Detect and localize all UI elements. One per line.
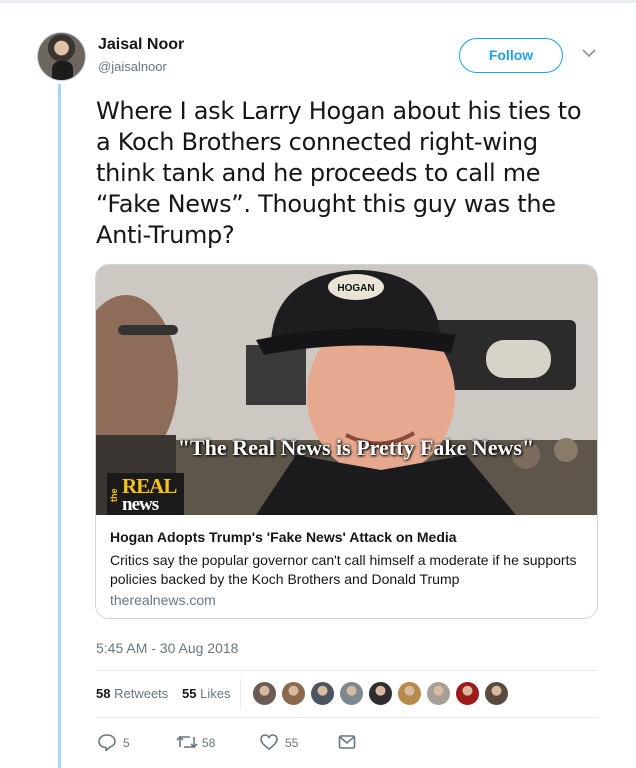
reply-count: 5	[123, 736, 130, 750]
reply-icon	[98, 734, 116, 752]
tweet-line: Where I ask Larry Hogan about his ties t…	[96, 97, 582, 125]
likes-stat[interactable]: 55 Likes	[182, 686, 230, 701]
liker-avatar[interactable]	[455, 681, 480, 706]
logo-the-text: the	[109, 488, 119, 502]
follow-button[interactable]: Follow	[459, 38, 563, 73]
retweet-count: 58	[202, 736, 216, 750]
chevron-down-icon	[582, 49, 596, 58]
more-options-chevron-icon[interactable]	[579, 44, 599, 64]
thread-line	[58, 84, 61, 768]
likes-label: Likes	[200, 686, 231, 701]
retweet-icon	[176, 735, 198, 749]
author-handle[interactable]: @jaisalnoor	[98, 59, 167, 74]
envelope-icon	[338, 735, 356, 749]
card-description: Critics say the popular governor can't c…	[110, 552, 577, 587]
card-domain: therealnews.com	[110, 592, 216, 608]
liker-avatar[interactable]	[397, 681, 422, 706]
likes-count: 55	[182, 686, 197, 701]
tweet-line: a Koch Brothers connected right-wing	[96, 128, 538, 156]
divider	[96, 670, 598, 671]
card-image-quote: "The Real News is Pretty Fake News"	[177, 435, 535, 460]
liker-avatar[interactable]	[426, 681, 451, 706]
heart-icon	[260, 734, 278, 750]
card-title: Hogan Adopts Trump's 'Fake News' Attack …	[110, 529, 457, 545]
tweet-line: Anti-Trump?	[96, 221, 235, 249]
author-name[interactable]: Jaisal Noor	[98, 36, 184, 54]
liker-avatar[interactable]	[310, 681, 335, 706]
tweet-text: Where I ask Larry Hogan about his ties t…	[96, 96, 611, 251]
divider	[96, 717, 598, 718]
liker-avatar[interactable]	[339, 681, 364, 706]
tweet-line: think tank and he proceeds to call me	[96, 159, 541, 187]
card-image: HOGAN "The Real News is Pretty Fake News…	[96, 265, 597, 515]
like-count: 55	[285, 736, 299, 750]
the-real-news-logo: the REAL news	[107, 473, 184, 515]
cap-text: HOGAN	[337, 283, 374, 294]
tweet-timestamp[interactable]: 5:45 AM - 30 Aug 2018	[96, 640, 238, 656]
logo-news-text: news	[122, 494, 159, 515]
liker-avatar[interactable]	[484, 681, 509, 706]
liker-avatar[interactable]	[281, 681, 306, 706]
retweets-count: 58	[96, 686, 111, 701]
top-divider	[0, 0, 636, 3]
author-avatar[interactable]	[37, 32, 86, 81]
link-card[interactable]: HOGAN "The Real News is Pretty Fake News…	[95, 264, 598, 619]
liker-avatar[interactable]	[368, 681, 393, 706]
retweets-label: Retweets	[114, 686, 169, 701]
stats-divider	[240, 679, 241, 709]
tweet-line: “Fake News”. Thought this guy was the	[96, 190, 556, 218]
retweets-stat[interactable]: 58 Retweets	[96, 686, 168, 701]
liker-avatar[interactable]	[252, 681, 277, 706]
